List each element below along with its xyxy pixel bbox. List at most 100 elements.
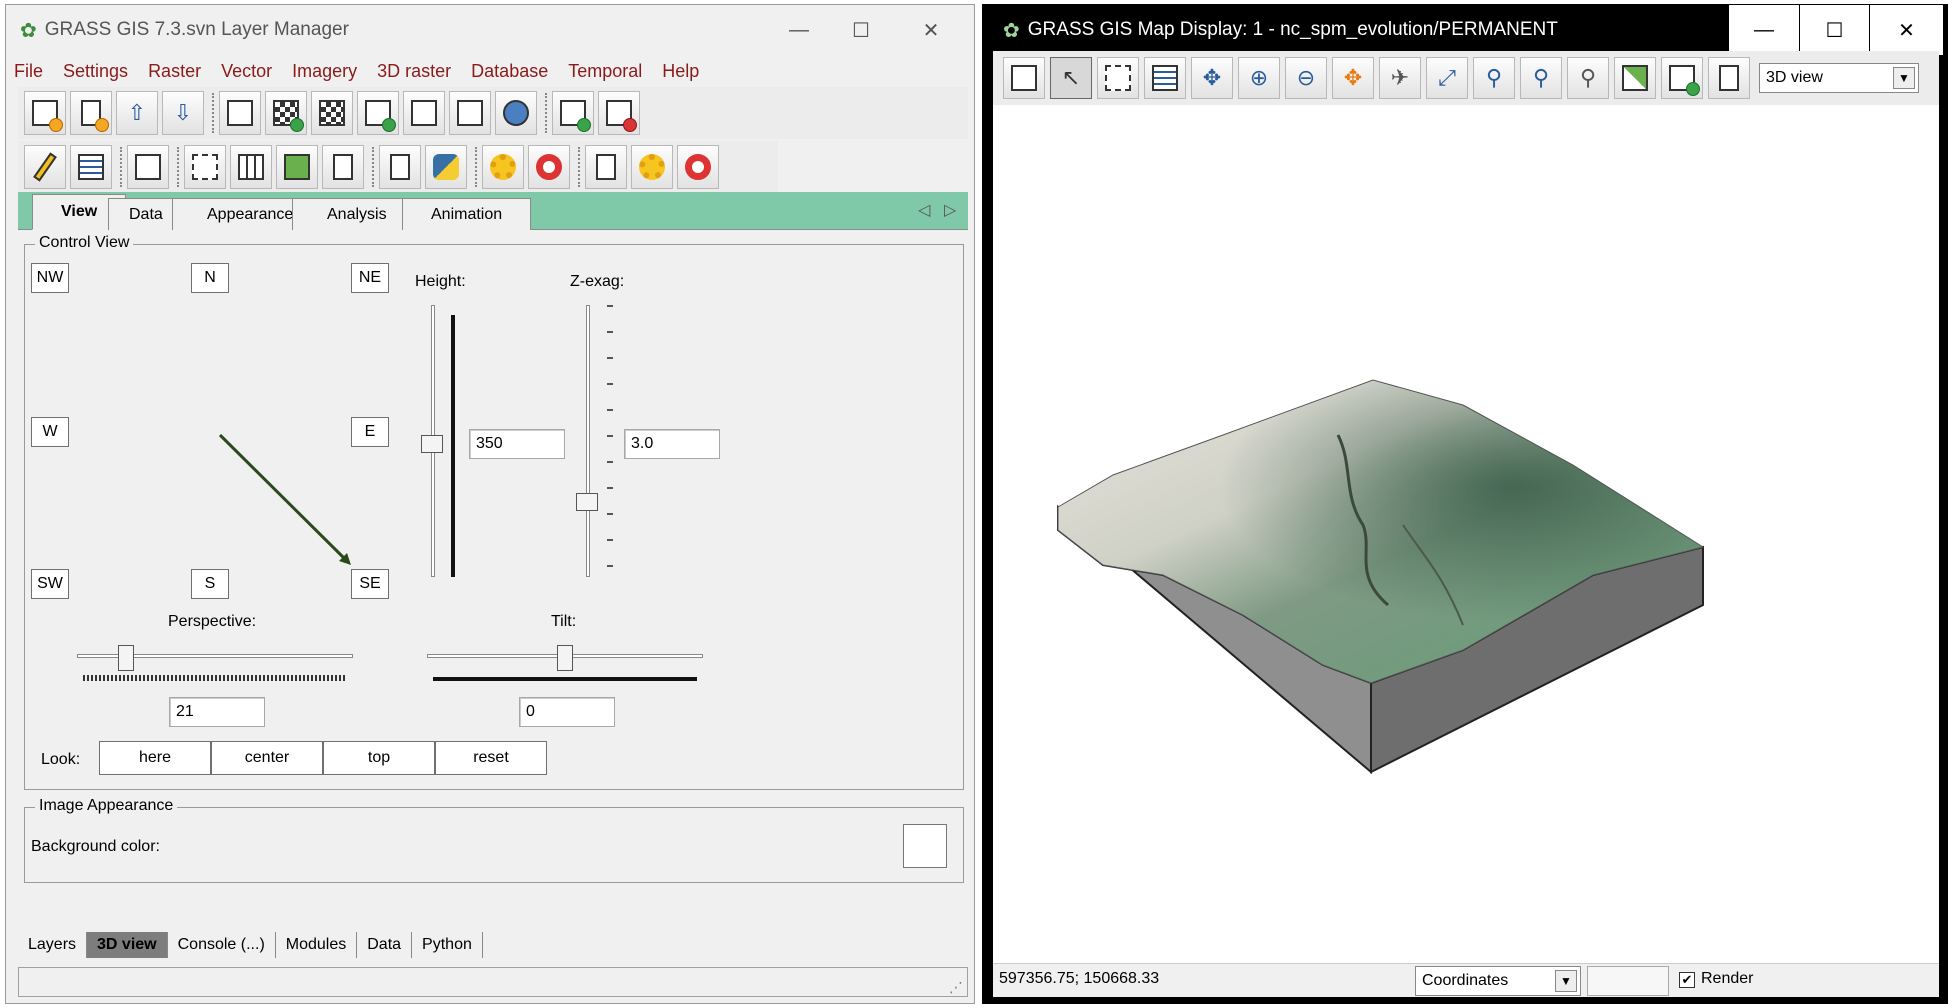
close-button[interactable]: ✕: [896, 5, 966, 55]
minimize-button[interactable]: —: [764, 5, 834, 55]
nviz-help-button[interactable]: [677, 145, 719, 189]
maximize-button[interactable]: ☐: [1799, 5, 1869, 55]
tab-python[interactable]: Python: [412, 932, 483, 958]
settings-button[interactable]: [482, 145, 524, 189]
zoom-options-button[interactable]: ⚲: [1567, 57, 1609, 99]
open-workspace-button[interactable]: ⇧: [116, 91, 158, 135]
add-raster-misc-button[interactable]: [311, 91, 353, 135]
select-button[interactable]: [1097, 57, 1139, 99]
menu-temporal[interactable]: Temporal: [568, 61, 642, 82]
view-mode-select[interactable]: 3D view ▼: [1759, 63, 1919, 93]
save-workspace-button[interactable]: ⇩: [162, 91, 204, 135]
menu-imagery[interactable]: Imagery: [292, 61, 357, 82]
rotate-button[interactable]: ✥: [1332, 57, 1374, 99]
add-vector-button[interactable]: [357, 91, 399, 135]
lifebuoy-icon: [685, 154, 711, 180]
attribute-table-button[interactable]: [70, 145, 112, 189]
render-label: Render: [1701, 970, 1754, 987]
close-button[interactable]: ✕: [1869, 5, 1943, 55]
height-slider-thumb[interactable]: [421, 435, 443, 453]
menu-file[interactable]: File: [14, 61, 43, 82]
save-display-icon: [596, 154, 616, 180]
zexag-slider-track[interactable]: [586, 305, 590, 577]
menu-3d-raster[interactable]: 3D raster: [377, 61, 451, 82]
layer-manager-titlebar[interactable]: ✿ GRASS GIS 7.3.svn Layer Manager — ☐ ✕: [6, 5, 974, 55]
height-field[interactable]: 350: [469, 429, 565, 459]
maximize-button[interactable]: ☐: [826, 5, 896, 55]
look-center-button[interactable]: center: [211, 741, 323, 775]
tilt-slider-thumb[interactable]: [557, 645, 573, 671]
tab-3d-view[interactable]: 3D view: [87, 932, 168, 958]
analyze-button[interactable]: [1614, 57, 1656, 99]
zexag-field[interactable]: 3.0: [624, 429, 720, 459]
map-statusbar: 597356.75; 150668.33 Coordinates ▼ ✔ Ren…: [993, 963, 1939, 997]
map-calculator-button[interactable]: [127, 145, 169, 189]
minimize-button[interactable]: —: [1729, 5, 1799, 55]
tab-scroll-left-icon[interactable]: ◁: [918, 200, 930, 220]
menu-vector[interactable]: Vector: [221, 61, 272, 82]
new-workspace-button[interactable]: [70, 91, 112, 135]
perspective-field[interactable]: 21: [169, 697, 265, 727]
map-display-titlebar[interactable]: ✿ GRASS GIS Map Display: 1 - nc_spm_evol…: [983, 5, 1947, 55]
python-shell-button[interactable]: [425, 145, 467, 189]
tab-animation[interactable]: Animation: [402, 198, 532, 230]
tools-toolbar: [18, 141, 778, 193]
add-web-service-button[interactable]: [495, 91, 537, 135]
zexag-slider-thumb[interactable]: [576, 493, 598, 511]
save-image-button[interactable]: [1708, 57, 1750, 99]
remove-layer-button[interactable]: [598, 91, 640, 135]
statusbar-mode-select[interactable]: Coordinates ▼: [1415, 966, 1581, 996]
add-vector-misc-button[interactable]: [403, 91, 445, 135]
new-map-display-button[interactable]: [24, 91, 66, 135]
cartographic-composer-button[interactable]: [322, 145, 364, 189]
georectifier-button[interactable]: [230, 145, 272, 189]
add-group-button[interactable]: [552, 91, 594, 135]
query-button[interactable]: [1144, 57, 1186, 99]
view-direction-arrow: [218, 433, 349, 563]
graphical-modeler-button[interactable]: [184, 145, 226, 189]
save-display-button[interactable]: [585, 145, 627, 189]
resize-grip-icon[interactable]: ⋰: [949, 979, 963, 996]
menu-help[interactable]: Help: [662, 61, 699, 82]
zoom-out-button[interactable]: ⊖: [1285, 57, 1327, 99]
tab-scroll-right-icon[interactable]: ▷: [944, 200, 956, 220]
render-checkbox[interactable]: ✔: [1679, 972, 1695, 988]
zoom-extent-button[interactable]: ⤢: [1426, 57, 1468, 99]
statusbar-entry[interactable]: [1587, 966, 1669, 996]
display-map-button[interactable]: [1003, 57, 1045, 99]
tab-layers[interactable]: Layers: [18, 932, 88, 958]
menu-settings[interactable]: Settings: [63, 61, 128, 82]
grid-icon: [238, 154, 264, 180]
add-raster-button[interactable]: [265, 91, 307, 135]
look-top-button[interactable]: top: [323, 741, 435, 775]
look-reset-button[interactable]: reset: [435, 741, 547, 775]
add-overlay-button[interactable]: [449, 91, 491, 135]
tab-modules[interactable]: Modules: [276, 932, 358, 958]
toolbar-grip: [578, 147, 581, 187]
zoom-back-button[interactable]: ⚲: [1520, 57, 1562, 99]
help-button[interactable]: [528, 145, 570, 189]
launch-script-button[interactable]: [379, 145, 421, 189]
menu-raster[interactable]: Raster: [148, 61, 201, 82]
map-canvas[interactable]: [993, 105, 1939, 963]
look-here-button[interactable]: here: [99, 741, 211, 775]
zoom-in-button[interactable]: ⊕: [1238, 57, 1280, 99]
tilt-field[interactable]: 0: [519, 697, 615, 727]
load-map-layers-button[interactable]: [219, 91, 261, 135]
pointer-button[interactable]: ↖: [1050, 57, 1092, 99]
view-direction-pad[interactable]: [25, 245, 425, 645]
nviz-settings-button[interactable]: [631, 145, 673, 189]
tab-console[interactable]: Console (...): [168, 932, 276, 958]
decorations-button[interactable]: [1661, 57, 1703, 99]
zoom-region-button[interactable]: ⚲: [1473, 57, 1515, 99]
rotate-icon: ✥: [1343, 65, 1363, 90]
menu-database[interactable]: Database: [471, 61, 548, 82]
animation-icon: [284, 154, 310, 180]
edit-vector-button[interactable]: [24, 145, 66, 189]
tab-data-bottom[interactable]: Data: [357, 932, 413, 958]
perspective-slider-thumb[interactable]: [118, 645, 134, 671]
background-color-swatch[interactable]: [903, 824, 947, 868]
animation-tool-button[interactable]: [276, 145, 318, 189]
fly-through-button[interactable]: ✈: [1379, 57, 1421, 99]
pan-button[interactable]: ✥: [1191, 57, 1233, 99]
